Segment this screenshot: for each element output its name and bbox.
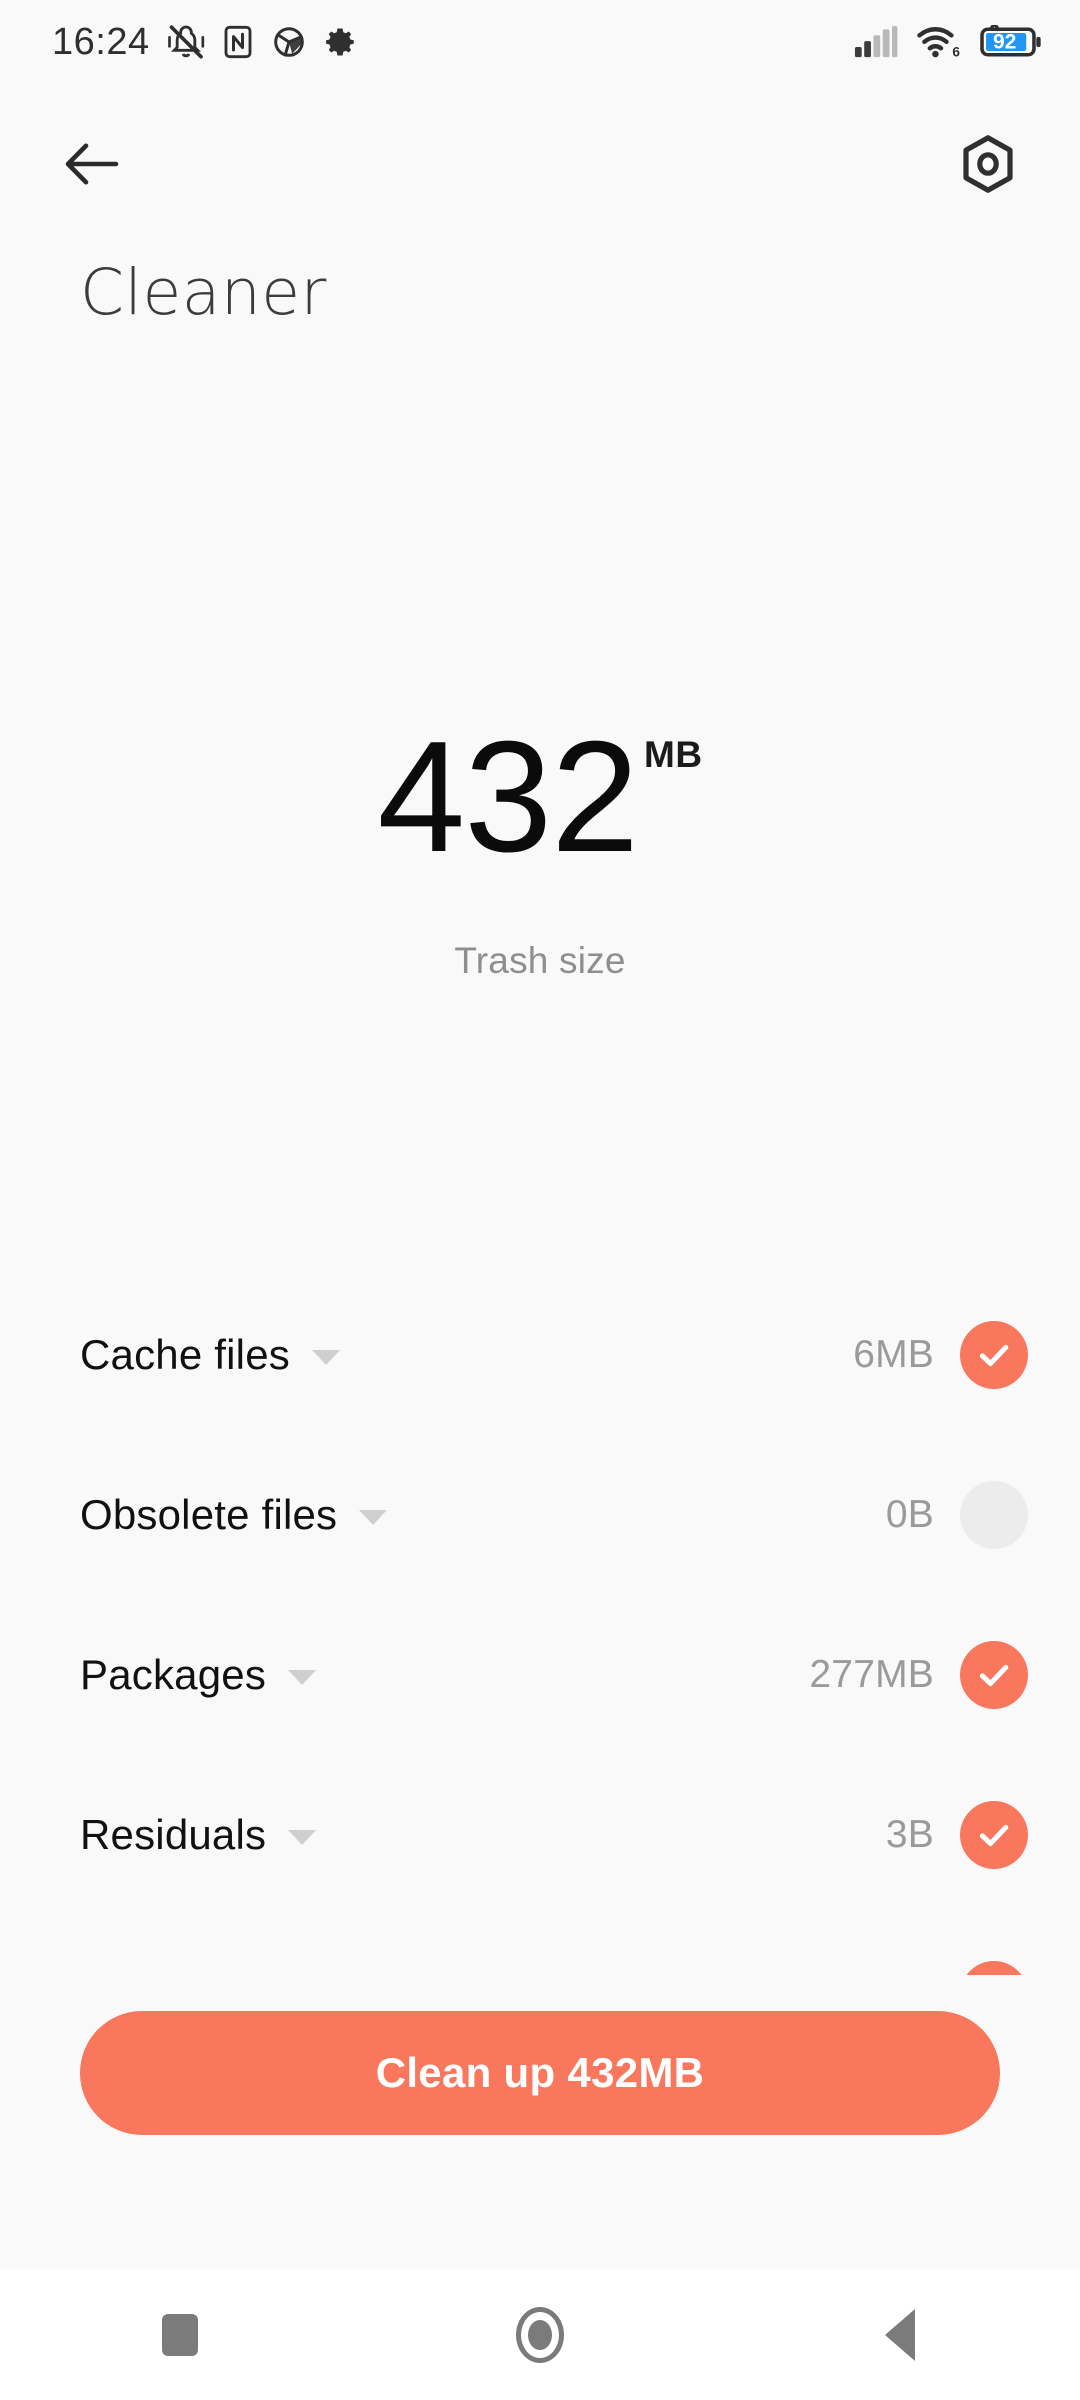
circle-inner-dot [528,2320,552,2350]
trash-size-value-row: 432 MB [377,718,702,876]
wifi-generation-label: 6 [952,45,960,59]
app-surface: 16:24 6 92 Cleaner 432 MB Trash size Cac… [0,0,1080,2270]
settings-button[interactable] [948,126,1028,206]
app-bar [0,108,1080,218]
system-navigation-bar [0,2270,1080,2400]
chevron-down-icon[interactable] [288,1829,317,1845]
category-checkbox[interactable] [960,1481,1028,1549]
category-checkbox[interactable] [960,1961,1028,1975]
trash-size-display: 432 MB [0,718,1080,876]
list-item[interactable] [0,1915,1080,1975]
category-label: Residuals [80,1811,267,1858]
category-size: 0B [885,1493,934,1536]
category-size: 6MB [853,1333,934,1376]
vibrate-off-icon [166,22,206,62]
category-size: 277MB [809,1653,934,1696]
cta-container: Clean up 432MB [0,1975,1080,2175]
category-checkbox[interactable] [960,1801,1028,1869]
list-item[interactable]: Obsolete files 0B [0,1435,1080,1595]
battery-icon: 92 [980,25,1042,59]
triangle-left-icon [885,2309,915,2361]
category-label: Obsolete files [80,1491,338,1538]
system-back-button[interactable] [720,2270,1080,2400]
category-label: Cache files [80,1331,290,1378]
category-list: Cache files 6MB Obsolete files 0B Packag [0,1275,1080,1975]
clean-up-button-label: Clean up 432MB [375,2049,705,2096]
check-icon [979,1824,1009,1847]
gear-icon [322,24,358,60]
category-checkbox[interactable] [960,1321,1028,1389]
home-button[interactable] [360,2270,720,2400]
check-icon [979,1664,1009,1687]
chevron-down-icon[interactable] [311,1349,340,1365]
square-icon [162,2314,198,2356]
status-bar-left: 16:24 [52,0,358,84]
phone-screen: 16:24 6 92 Cleaner 432 MB Trash size Cac… [0,0,1080,2400]
recents-button[interactable] [0,2270,360,2400]
list-item[interactable]: Packages 277MB [0,1595,1080,1755]
trash-size-unit: MB [644,734,703,775]
status-bar-right: 6 92 [854,0,1042,84]
status-bar-clock: 16:24 [52,21,150,63]
check-icon [979,1344,1009,1367]
page-title: Cleaner [80,256,327,329]
nfc-icon [220,24,256,60]
trash-size-value: 432 [377,709,639,885]
category-label: Packages [80,1651,267,1698]
battery-percent-label: 92 [993,30,1017,54]
sphere-icon [270,23,308,61]
chevron-down-icon[interactable] [359,1509,388,1525]
list-item[interactable]: Cache files 6MB [0,1275,1080,1435]
hex-nut-icon [962,134,1014,198]
list-item[interactable]: Residuals 3B [0,1755,1080,1915]
arrow-left-icon [64,141,120,192]
trash-size-caption: Trash size [454,940,626,981]
signal-icon [854,26,898,58]
category-size: 3B [885,1813,934,1856]
status-bar: 16:24 6 92 [0,0,1080,84]
chevron-down-icon[interactable] [288,1669,317,1685]
clean-up-button[interactable]: Clean up 432MB [80,2011,1000,2135]
back-button[interactable] [52,126,132,206]
wifi-icon: 6 [916,25,962,59]
category-checkbox[interactable] [960,1641,1028,1709]
circle-icon [516,2307,564,2363]
